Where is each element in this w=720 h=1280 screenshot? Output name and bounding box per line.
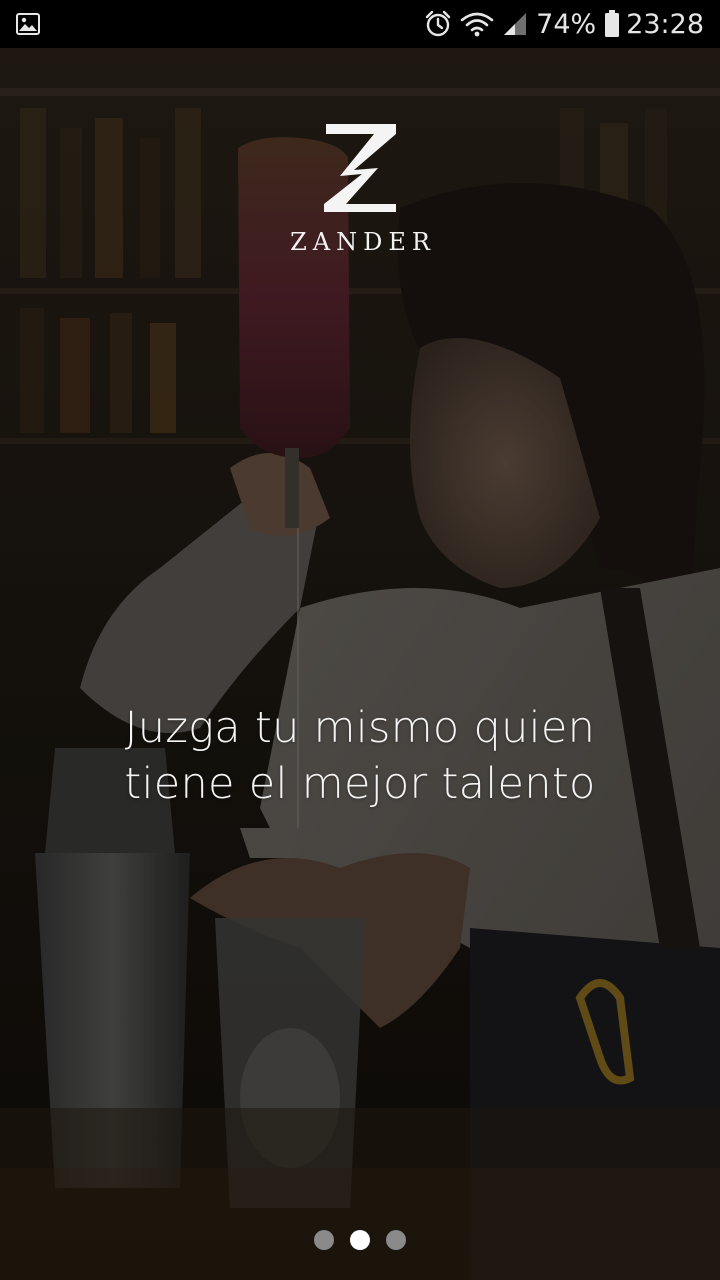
signal-icon [502, 11, 528, 37]
status-right: 74% 23:28 [416, 0, 704, 48]
battery-percent: 74% [536, 8, 597, 40]
alarm-icon [424, 10, 452, 38]
wifi-icon [460, 11, 494, 37]
image-icon [16, 13, 40, 35]
headline-line-2: tiene el mejor talento [124, 759, 596, 809]
zander-logo-icon [324, 124, 396, 212]
status-bar: 74% 23:28 [0, 0, 720, 48]
status-left [16, 0, 40, 48]
battery-icon [604, 10, 620, 38]
brand-logo: ZANDER [0, 118, 720, 256]
page-dot-3[interactable] [386, 1230, 406, 1250]
brand-name: ZANDER [290, 228, 436, 256]
page-dot-1[interactable] [314, 1230, 334, 1250]
onboarding-screen: 74% 23:28 ZANDER Juzga tu mismo quien ti… [0, 0, 720, 1280]
onboarding-headline: Juzga tu mismo quien tiene el mejor tale… [60, 700, 660, 812]
clock: 23:28 [626, 8, 704, 40]
page-indicator [0, 1230, 720, 1250]
page-dot-2[interactable] [350, 1230, 370, 1250]
headline-line-1: Juzga tu mismo quien [124, 703, 596, 753]
